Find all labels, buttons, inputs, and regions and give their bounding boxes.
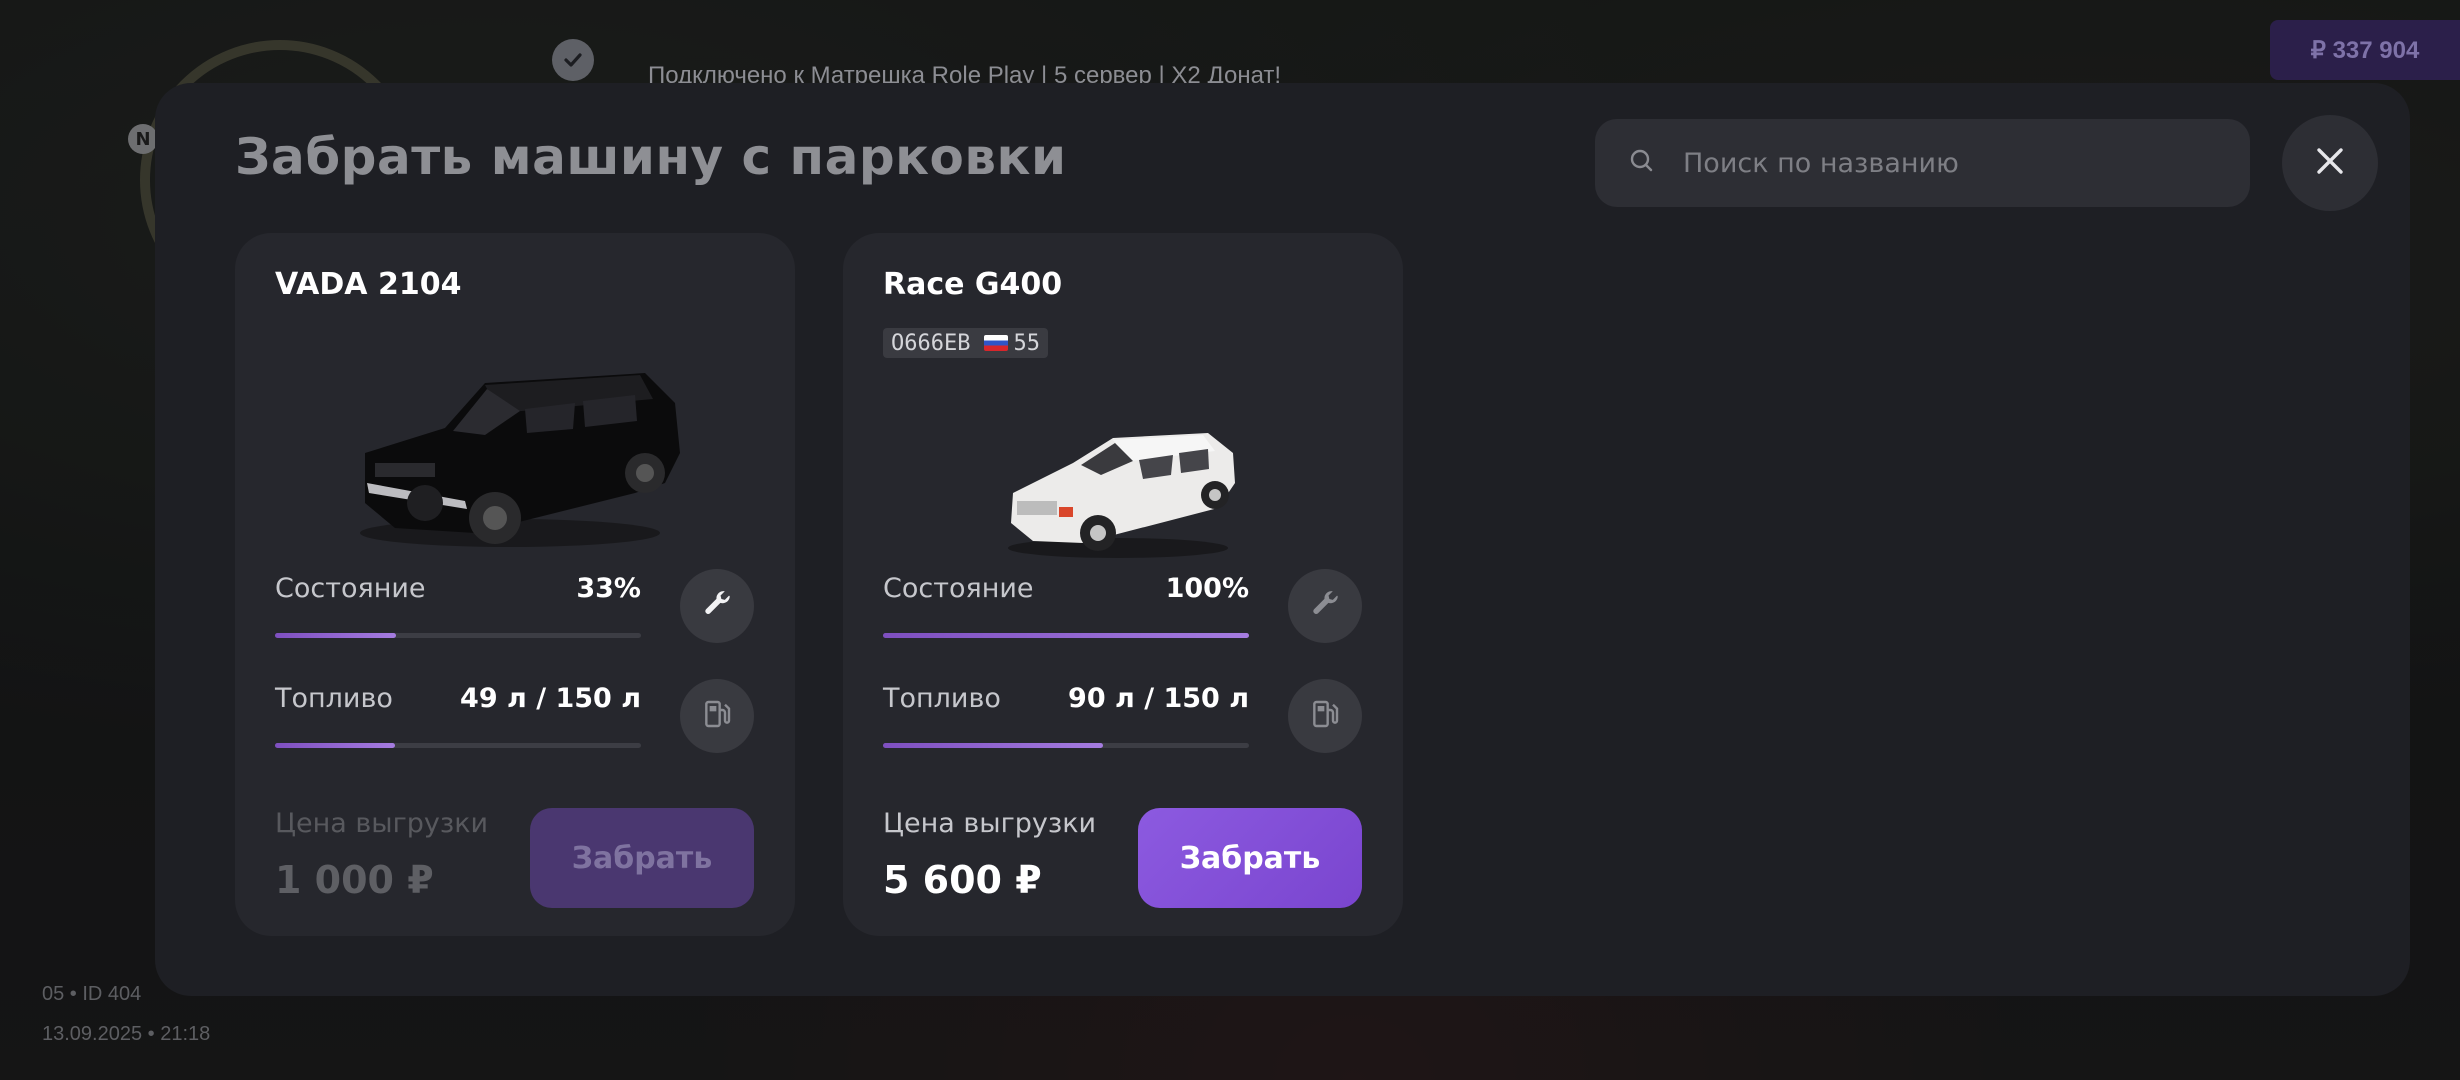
car-image: [360, 373, 680, 547]
check-icon: [552, 39, 594, 81]
search-box[interactable]: [1595, 119, 2250, 207]
price-label: Цена выгрузки: [883, 808, 1097, 839]
fuel-pump-icon: [701, 698, 733, 734]
plate-region: 55: [984, 331, 1040, 356]
refuel-button[interactable]: [680, 679, 754, 753]
take-car-button[interactable]: Забрать: [530, 808, 754, 908]
fuel-pump-icon: [1309, 698, 1341, 734]
repair-button[interactable]: [1288, 569, 1362, 643]
condition-label: Состояние: [275, 573, 426, 604]
search-icon: [1629, 148, 1655, 178]
fuel-label: Топливо: [883, 683, 1001, 714]
fuel-value: 49 л / 150 л: [460, 683, 641, 714]
car-name: Race G400: [883, 267, 1063, 302]
license-plate: O666EB 55: [883, 328, 1048, 358]
close-button[interactable]: [2282, 115, 2378, 211]
condition-label: Состояние: [883, 573, 1034, 604]
money-balance: ₽ 337 904: [2270, 20, 2460, 80]
close-icon: [2313, 144, 2347, 182]
repair-button[interactable]: [680, 569, 754, 643]
fuel-bar: [883, 743, 1249, 748]
take-car-button[interactable]: Забрать: [1138, 808, 1362, 908]
modal-title: Забрать машину с парковки: [235, 128, 1067, 186]
condition-value: 33%: [576, 573, 641, 604]
fuel-bar-fill: [883, 743, 1103, 748]
price-value: 5 600 ₽: [883, 858, 1042, 902]
russia-flag-icon: [984, 335, 1009, 351]
car-name: VADA 2104: [275, 267, 462, 302]
car-image: [1008, 433, 1235, 558]
search-input[interactable]: [1683, 147, 2203, 179]
fuel-bar-fill: [275, 743, 395, 748]
price-value: 1 000 ₽: [275, 858, 434, 902]
parking-modal: Забрать машину с парковки VADA 2104 Сост…: [155, 83, 2410, 996]
plate-number: O666EB: [891, 330, 971, 356]
fuel-value: 90 л / 150 л: [1068, 683, 1249, 714]
wrench-icon: [700, 587, 734, 625]
car-card: Race G400 O666EB 55 Состояние 100% Топли…: [843, 233, 1403, 936]
date-time: 13.09.2025 • 21:18: [42, 1023, 211, 1045]
fuel-label: Топливо: [275, 683, 393, 714]
condition-bar-fill: [275, 633, 396, 638]
refuel-button[interactable]: [1288, 679, 1362, 753]
fuel-bar: [275, 743, 641, 748]
region-code: 55: [1013, 330, 1040, 356]
price-label: Цена выгрузки: [275, 808, 489, 839]
wrench-icon: [1308, 587, 1342, 625]
compass-north-icon: N: [128, 124, 158, 154]
condition-bar-fill: [883, 633, 1249, 638]
condition-value: 100%: [1165, 573, 1249, 604]
condition-bar: [883, 633, 1249, 638]
condition-bar: [275, 633, 641, 638]
car-card: VADA 2104 Состояние 33% Топливо 49 л / 1…: [235, 233, 795, 936]
